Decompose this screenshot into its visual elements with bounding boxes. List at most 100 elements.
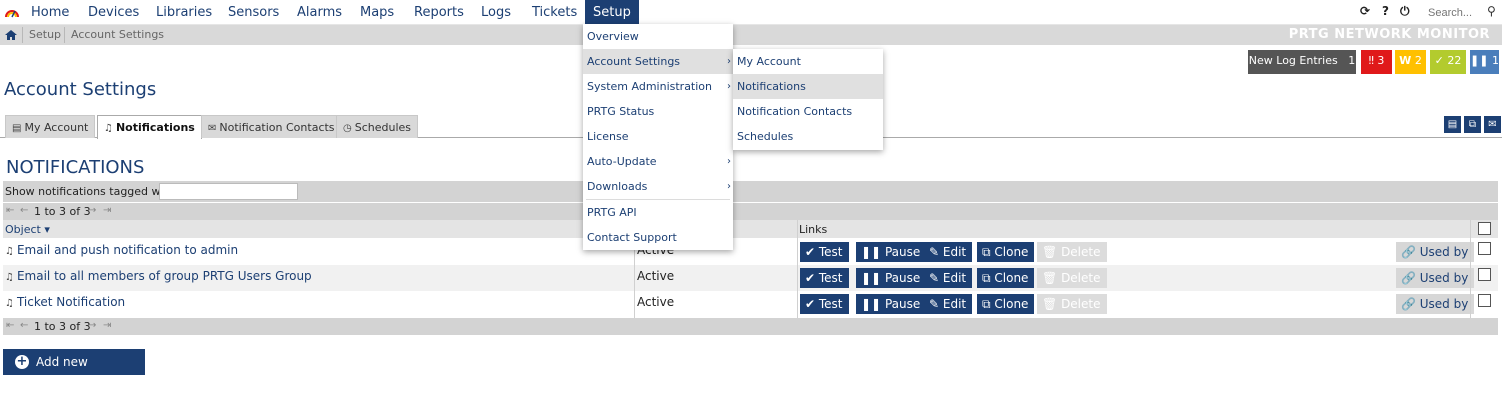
column-links: Links [799,223,828,236]
pause-button[interactable]: ❚❚ Pause [856,242,927,262]
nav-home[interactable]: Home [31,0,69,25]
used-by-button[interactable]: 🔗 Used by [1396,242,1475,262]
search-input[interactable] [1428,4,1484,21]
menu-item-downloads[interactable]: Downloads › [583,174,733,199]
paused-count: 1 [1491,54,1499,67]
used-by-button[interactable]: 🔗 Used by [1396,268,1475,288]
tab-schedules[interactable]: ◷ Schedules [336,115,419,138]
notification-link[interactable]: ♫ Email and push notification to admin [5,243,238,257]
menu-item-prtg-status[interactable]: PRTG Status [583,99,733,124]
help-icon[interactable]: ? [1382,4,1389,18]
prev-page-icon[interactable]: ← [20,205,28,216]
row-checkbox[interactable] [1478,242,1491,255]
test-button[interactable]: ✔ Test [800,242,849,262]
notification-name: Email to all members of group PRTG Users… [16,269,312,283]
home-icon[interactable] [4,28,18,42]
nav-devices[interactable]: Devices [88,0,139,25]
table-view-icon[interactable]: ▤ [1444,116,1461,133]
submenu-item-my-account[interactable]: My Account [733,49,883,74]
nav-tickets[interactable]: Tickets [532,0,577,25]
test-label: Test [818,271,843,285]
first-page-icon[interactable]: ⇤ [6,320,14,331]
new-log-entries-count: 1 [1348,54,1356,67]
paused-sensors-badge[interactable]: ❚❚ 1 [1470,50,1499,74]
plus-icon: + [15,354,29,369]
pause-button[interactable]: ❚❚ Pause [856,268,927,288]
breadcrumb-setup[interactable]: Setup [29,28,61,41]
table-header: Object ▾ Links [3,220,1498,238]
nav-libraries[interactable]: Libraries [156,0,212,25]
menu-item-system-administration[interactable]: System Administration › [583,74,733,99]
warning-sensors-badge[interactable]: W 2 [1395,50,1426,74]
notification-link[interactable]: ♫ Ticket Notification [5,295,125,309]
select-all-checkbox[interactable] [1478,222,1491,235]
add-notification-button[interactable]: + Add new notification [3,349,145,395]
notification-link[interactable]: ♫ Email to all members of group PRTG User… [5,269,312,283]
search-icon[interactable]: ⚲ [1487,4,1496,18]
clone-button[interactable]: ⧉ Clone [977,242,1035,262]
prev-page-icon[interactable]: ← [20,320,28,331]
used-by-label: Used by [1419,271,1469,285]
pager-top: ⇤ ← 1 to 3 of 3 → ⇥ [3,203,1498,220]
tag-filter-label: Show notifications tagged with [5,185,175,198]
bell-icon: ♫ [5,272,14,283]
pause-button[interactable]: ❚❚ Pause [856,294,927,314]
bell-icon: ♫ [5,246,14,257]
nav-reports[interactable]: Reports [414,0,464,25]
prtg-logo-icon[interactable] [4,5,20,19]
email-icon[interactable]: ✉ [1484,116,1501,133]
breadcrumb: Setup Account Settings PRTG NETWORK MONI… [0,25,1502,45]
clone-button[interactable]: ⧉ Clone [977,294,1035,314]
delete-label: Delete [1061,271,1101,285]
down-count: 3 [1377,54,1385,67]
tab-my-account[interactable]: ▤ My Account [5,115,96,138]
edit-label: Edit [942,271,967,285]
test-button[interactable]: ✔ Test [800,294,849,314]
column-object[interactable]: Object ▾ [5,223,50,236]
delete-label: Delete [1061,245,1101,259]
next-page-icon[interactable]: → [88,205,96,216]
nav-setup[interactable]: Setup [585,0,639,25]
submenu-item-notification-contacts[interactable]: Notification Contacts [733,99,883,124]
row-checkbox[interactable] [1478,294,1491,307]
menu-item-overview[interactable]: Overview [583,24,733,49]
next-page-icon[interactable]: → [88,320,96,331]
menu-item-contact-support[interactable]: Contact Support [583,225,733,250]
menu-item-auto-update[interactable]: Auto-Update › [583,149,733,174]
edit-button[interactable]: ✎ Edit [924,294,973,314]
menu-item-license[interactable]: License [583,124,733,149]
last-page-icon[interactable]: ⇥ [103,205,111,216]
submenu-item-schedules[interactable]: Schedules [733,124,883,149]
new-log-entries-badge[interactable]: New Log Entries 1 [1248,50,1356,74]
first-page-icon[interactable]: ⇤ [6,205,14,216]
breadcrumb-account-settings[interactable]: Account Settings [71,28,164,41]
refresh-icon[interactable]: ⟳ [1360,4,1370,18]
submenu-item-notifications[interactable]: Notifications [733,74,883,99]
nav-logs[interactable]: Logs [481,0,511,25]
delete-button: 🗑 Delete [1037,268,1107,288]
logout-icon[interactable]: ⏻ [1400,4,1410,19]
tag-filter-input[interactable] [159,183,298,200]
used-by-button[interactable]: 🔗 Used by [1396,294,1475,314]
setup-menu: Overview Account Settings › System Admini… [583,24,733,250]
tab-notification-contacts[interactable]: ✉ Notification Contacts [201,115,342,138]
page-title: Account Settings [4,79,157,100]
down-sensors-badge[interactable]: ‼ 3 [1361,50,1392,74]
nav-maps[interactable]: Maps [360,0,394,25]
clone-button[interactable]: ⧉ Clone [977,268,1035,288]
menu-item-prtg-api[interactable]: PRTG API [583,200,733,225]
row-checkbox[interactable] [1478,268,1491,281]
edit-button[interactable]: ✎ Edit [924,242,973,262]
pause-label: Pause [884,245,921,259]
test-button[interactable]: ✔ Test [800,268,849,288]
nav-sensors[interactable]: Sensors [228,0,279,25]
tab-notifications[interactable]: ♫ Notifications [97,115,202,139]
menu-item-account-settings[interactable]: Account Settings › [583,49,733,74]
last-page-icon[interactable]: ⇥ [103,320,111,331]
nav-alarms[interactable]: Alarms [297,0,342,25]
up-sensors-badge[interactable]: ✓ 22 [1430,50,1466,74]
tab-label: Notification Contacts [219,121,335,134]
popout-icon[interactable]: ⧉ [1464,116,1481,133]
edit-button[interactable]: ✎ Edit [924,268,973,288]
used-by-label: Used by [1419,297,1469,311]
